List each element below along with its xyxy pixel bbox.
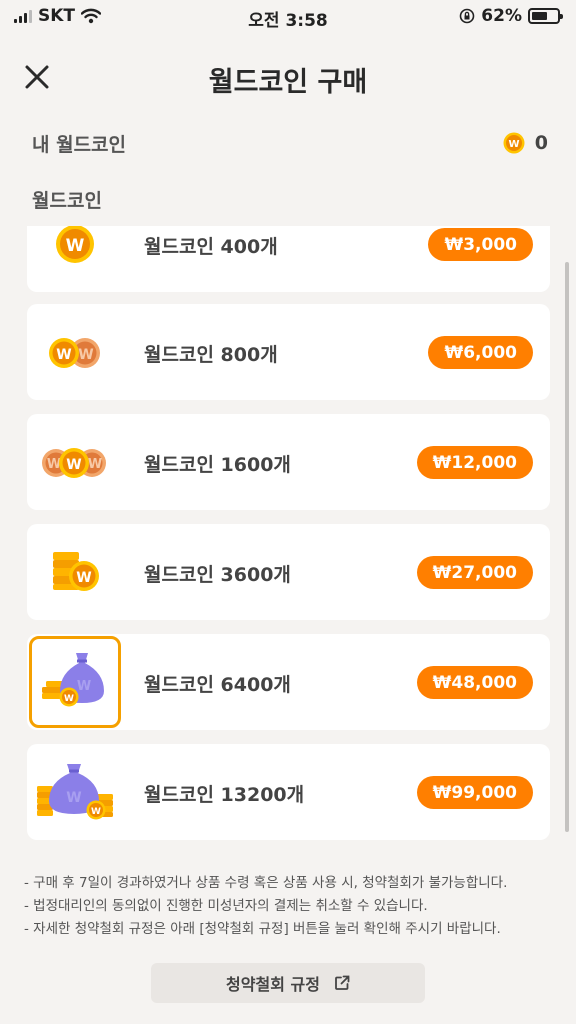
product-card[interactable]: W W 월드코인 13200개 ₩99,000 xyxy=(27,744,550,840)
product-card[interactable]: W 월드코인 3600개 ₩27,000 xyxy=(27,524,550,620)
notice-text: - 구매 후 7일이 경과하였거나 상품 수령 혹은 상품 사용 시, 청약철회… xyxy=(24,872,507,941)
external-link-icon xyxy=(335,975,350,990)
coin-letter: W xyxy=(66,790,81,806)
price-button[interactable]: ₩12,000 xyxy=(416,446,533,479)
price-button[interactable]: ₩48,000 xyxy=(416,666,533,699)
product-thumbnail: W xyxy=(29,226,121,290)
product-name: 월드코인 800개 xyxy=(144,344,278,366)
balance-value: 0 xyxy=(534,132,548,154)
product-list[interactable]: W 월드코인 400개 ₩3,000 W W 월드코인 800개 ₩6,000 xyxy=(27,226,550,851)
coin-letter: W xyxy=(47,457,61,472)
coin-letter: W xyxy=(91,807,101,817)
notice-line: - 자세한 청약철회 규정은 아래 [청약철회 규정] 버튼을 눌러 확인해 주… xyxy=(24,921,501,937)
large-coin-bag-icon: W W xyxy=(37,764,113,820)
balance-label: 내 월드코인 xyxy=(32,133,127,156)
coin-letter: W xyxy=(64,694,74,704)
product-card-selected[interactable]: W W 월드코인 6400개 ₩48,000 xyxy=(27,634,550,730)
coin-letter: W xyxy=(66,236,85,256)
coin-letter: W xyxy=(76,570,91,586)
product-name: 월드코인 6400개 xyxy=(144,674,291,696)
section-label: 월드코인 xyxy=(32,190,102,212)
coin-letter: W xyxy=(88,457,102,472)
status-right: 62% xyxy=(459,6,563,26)
battery-percent: 62% xyxy=(481,6,522,26)
product-thumbnail: W W xyxy=(29,746,121,838)
product-name: 월드코인 1600개 xyxy=(144,454,291,476)
price-button[interactable]: ₩3,000 xyxy=(428,228,533,261)
product-card[interactable]: W 월드코인 400개 ₩3,000 xyxy=(27,226,550,292)
coin-letter: W xyxy=(56,347,71,363)
price-button[interactable]: ₩99,000 xyxy=(416,776,533,809)
product-name: 월드코인 3600개 xyxy=(144,564,291,586)
product-thumbnail: W xyxy=(29,526,121,618)
coin-letter: W xyxy=(78,347,93,363)
product-thumbnail-selected: W W xyxy=(29,636,121,728)
product-card[interactable]: W W 월드코인 800개 ₩6,000 xyxy=(27,304,550,400)
rotation-lock-icon xyxy=(459,8,475,24)
notice-line: - 법정대리인의 동의없이 진행한 미성년자의 결제는 취소할 수 있습니다. xyxy=(24,898,428,914)
product-name: 월드코인 400개 xyxy=(144,236,278,258)
coin-letter: W xyxy=(66,457,81,473)
page-title: 월드코인 구매 xyxy=(208,67,368,98)
coin-letter: W xyxy=(508,139,519,150)
refund-policy-label: 청약철회 규정 xyxy=(226,975,320,994)
status-bar: SKT 오전 3:58 62% xyxy=(0,0,576,34)
coin-stack-icon: W xyxy=(53,552,99,591)
single-coin-icon: W xyxy=(56,226,94,263)
header: 월드코인 구매 xyxy=(0,50,576,104)
product-card[interactable]: W W W 월드코인 1600개 ₩12,000 xyxy=(27,414,550,510)
balance-value-group: W 0 xyxy=(503,132,548,154)
product-thumbnail: W W xyxy=(29,306,121,398)
product-name: 월드코인 13200개 xyxy=(144,784,305,806)
two-coins-icon: W W xyxy=(49,338,100,368)
coin-icon: W xyxy=(503,132,525,154)
notice-line: - 구매 후 7일이 경과하였거나 상품 수령 혹은 상품 사용 시, 청약철회… xyxy=(24,875,508,891)
coin-bag-icon: W W xyxy=(42,653,104,707)
battery-icon xyxy=(528,8,563,24)
coin-letter: W xyxy=(77,679,91,694)
balance-row: 내 월드코인 W 0 xyxy=(32,126,548,160)
product-thumbnail: W W W xyxy=(29,416,121,508)
refund-policy-button[interactable]: 청약철회 규정 xyxy=(151,963,425,1003)
scrollbar[interactable] xyxy=(565,262,569,832)
three-coins-icon: W W W xyxy=(42,448,106,478)
price-button[interactable]: ₩27,000 xyxy=(416,556,533,589)
price-button[interactable]: ₩6,000 xyxy=(428,336,533,369)
